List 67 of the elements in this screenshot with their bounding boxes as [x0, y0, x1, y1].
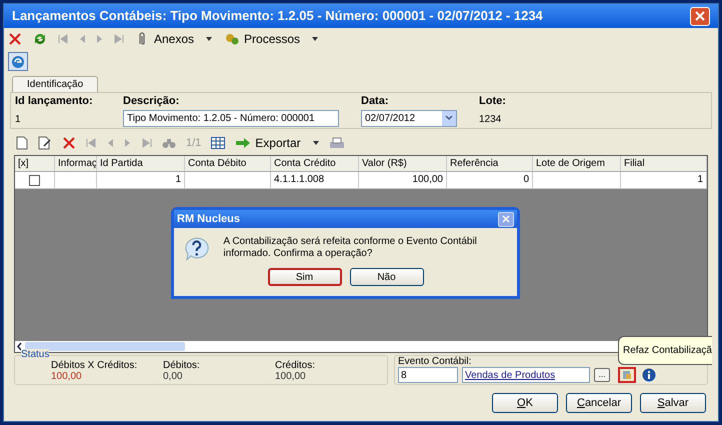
column-header[interactable]: Lote de Origem	[533, 156, 621, 171]
chevron-down-icon[interactable]	[445, 116, 453, 120]
grid-icon[interactable]	[211, 137, 226, 149]
description-field[interactable]: Tipo Movimento: 1.2.05 - Número: 000001	[123, 110, 339, 126]
status-value: 0,00	[163, 371, 184, 382]
table-cell: 1	[621, 172, 707, 188]
status-value: 100,00	[51, 371, 83, 382]
attachments-menu-button[interactable]: Anexos	[136, 30, 212, 48]
status-label: Créditos:	[275, 360, 316, 371]
close-icon[interactable]	[695, 11, 705, 21]
id-value: 1	[15, 112, 22, 126]
field-label: Id lançamento:	[15, 94, 94, 109]
dialog-title: RM Nucleus	[177, 212, 240, 227]
tab[interactable]: Identificação	[12, 76, 98, 92]
status-label: Débitos X Créditos:	[51, 360, 138, 371]
printer-icon[interactable]	[328, 136, 345, 150]
dropdown-caret-icon[interactable]	[312, 141, 319, 145]
column-header[interactable]: Valor (R$)	[359, 156, 447, 171]
delete-icon[interactable]	[62, 136, 76, 150]
question-icon	[184, 236, 210, 262]
field-label: Evento Contábil:	[398, 356, 472, 367]
field-label: Data:	[361, 94, 390, 109]
column-header[interactable]: Id Partida	[97, 156, 185, 171]
new-document-icon[interactable]	[16, 136, 28, 150]
row-checkbox[interactable]	[29, 174, 40, 186]
dropdown-caret-icon[interactable]	[312, 37, 318, 41]
dropdown-caret-icon[interactable]	[206, 37, 212, 41]
processes-menu-button[interactable]: Processos	[224, 30, 318, 48]
window-title: Lançamentos Contábeis: Tipo Movimento: 1.2.05 - Número: 000001 - 02/07/2012 - 1234	[12, 7, 543, 26]
column-header[interactable]: Conta Crédito	[271, 156, 359, 171]
edit-document-icon[interactable]	[38, 136, 52, 150]
browser-button[interactable]	[8, 52, 28, 71]
table-cell: 0	[447, 172, 533, 188]
info-icon[interactable]	[642, 368, 656, 382]
date-field[interactable]: 02/07/2012	[361, 110, 457, 126]
field-label: Descrição:	[123, 94, 180, 109]
close-button[interactable]	[498, 212, 514, 226]
event-name-field[interactable]: Vendas de Produtos	[462, 367, 590, 383]
field-label: Lote:	[479, 94, 506, 109]
dialog-button[interactable]: OK	[492, 393, 558, 413]
dialog-button[interactable]: Salvar	[640, 393, 706, 413]
table-cell: 1	[97, 172, 185, 188]
binoculars-icon[interactable]	[162, 137, 176, 149]
column-header[interactable]: Filial	[621, 156, 707, 171]
table-cell: 4.1.1.1.008	[271, 172, 359, 188]
event-code-field[interactable]: 8	[398, 367, 458, 383]
browse-button[interactable]: ...	[594, 368, 610, 382]
tooltip: Refaz Contabilizaçã	[618, 336, 712, 365]
delete-icon[interactable]	[8, 32, 22, 46]
arrow-right-icon	[235, 137, 252, 149]
dialog-button[interactable]: Não	[350, 268, 424, 286]
column-header[interactable]: Referência	[447, 156, 533, 171]
document-icon	[622, 370, 632, 380]
status-label: Débitos:	[163, 360, 201, 371]
column-header[interactable]: [x]	[15, 156, 55, 171]
redo-accounting-button[interactable]	[618, 367, 636, 383]
column-header[interactable]: Conta Débito	[185, 156, 271, 171]
dialog-message: A Contabilização será refeita conforme o Evento Contábil informado. Confirma a operação?	[223, 236, 478, 261]
export-button[interactable]: Exportar	[235, 134, 319, 152]
batch-value: 1234	[479, 112, 502, 126]
close-icon[interactable]	[502, 215, 510, 223]
dialog-button[interactable]: Cancelar	[566, 393, 632, 413]
record-counter: 1/1	[186, 136, 202, 151]
table-cell: 100,00	[359, 172, 447, 188]
status-value: 100,00	[275, 371, 307, 382]
dialog-button[interactable]: Sim	[268, 268, 342, 286]
refresh-icon[interactable]	[32, 31, 48, 47]
